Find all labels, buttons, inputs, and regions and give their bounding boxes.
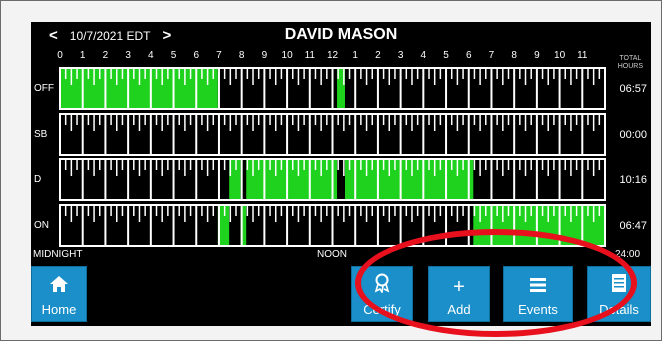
home-label: Home xyxy=(41,302,77,317)
eld-screen: < 10/7/2021 EDT > DAVID MASON TOTAL HOUR… xyxy=(31,22,651,326)
document-icon xyxy=(610,273,628,298)
events-label: Events xyxy=(518,302,558,317)
add-button[interactable]: + Add xyxy=(428,266,490,322)
midnight-label: MIDNIGHT xyxy=(33,249,83,260)
duty-segment xyxy=(473,206,605,245)
details-label: Details xyxy=(599,302,639,317)
duty-segment xyxy=(344,160,474,199)
app-frame: < 10/7/2021 EDT > DAVID MASON TOTAL HOUR… xyxy=(0,0,662,341)
total-24-label: 24:00 xyxy=(615,249,641,260)
plus-icon: + xyxy=(453,276,465,298)
details-button[interactable]: Details xyxy=(587,266,651,322)
certify-button[interactable]: Certify xyxy=(351,266,413,322)
home-button[interactable]: Home xyxy=(31,266,87,322)
events-button[interactable]: Events xyxy=(503,266,573,322)
add-label: Add xyxy=(447,302,471,317)
noon-label: NOON xyxy=(317,249,347,260)
list-icon xyxy=(529,276,547,298)
certify-ribbon-icon xyxy=(372,273,392,298)
home-icon xyxy=(49,275,69,298)
certify-label: Certify xyxy=(363,302,401,317)
duty-status-graph[interactable] xyxy=(31,22,651,252)
duty-segment xyxy=(246,160,338,199)
